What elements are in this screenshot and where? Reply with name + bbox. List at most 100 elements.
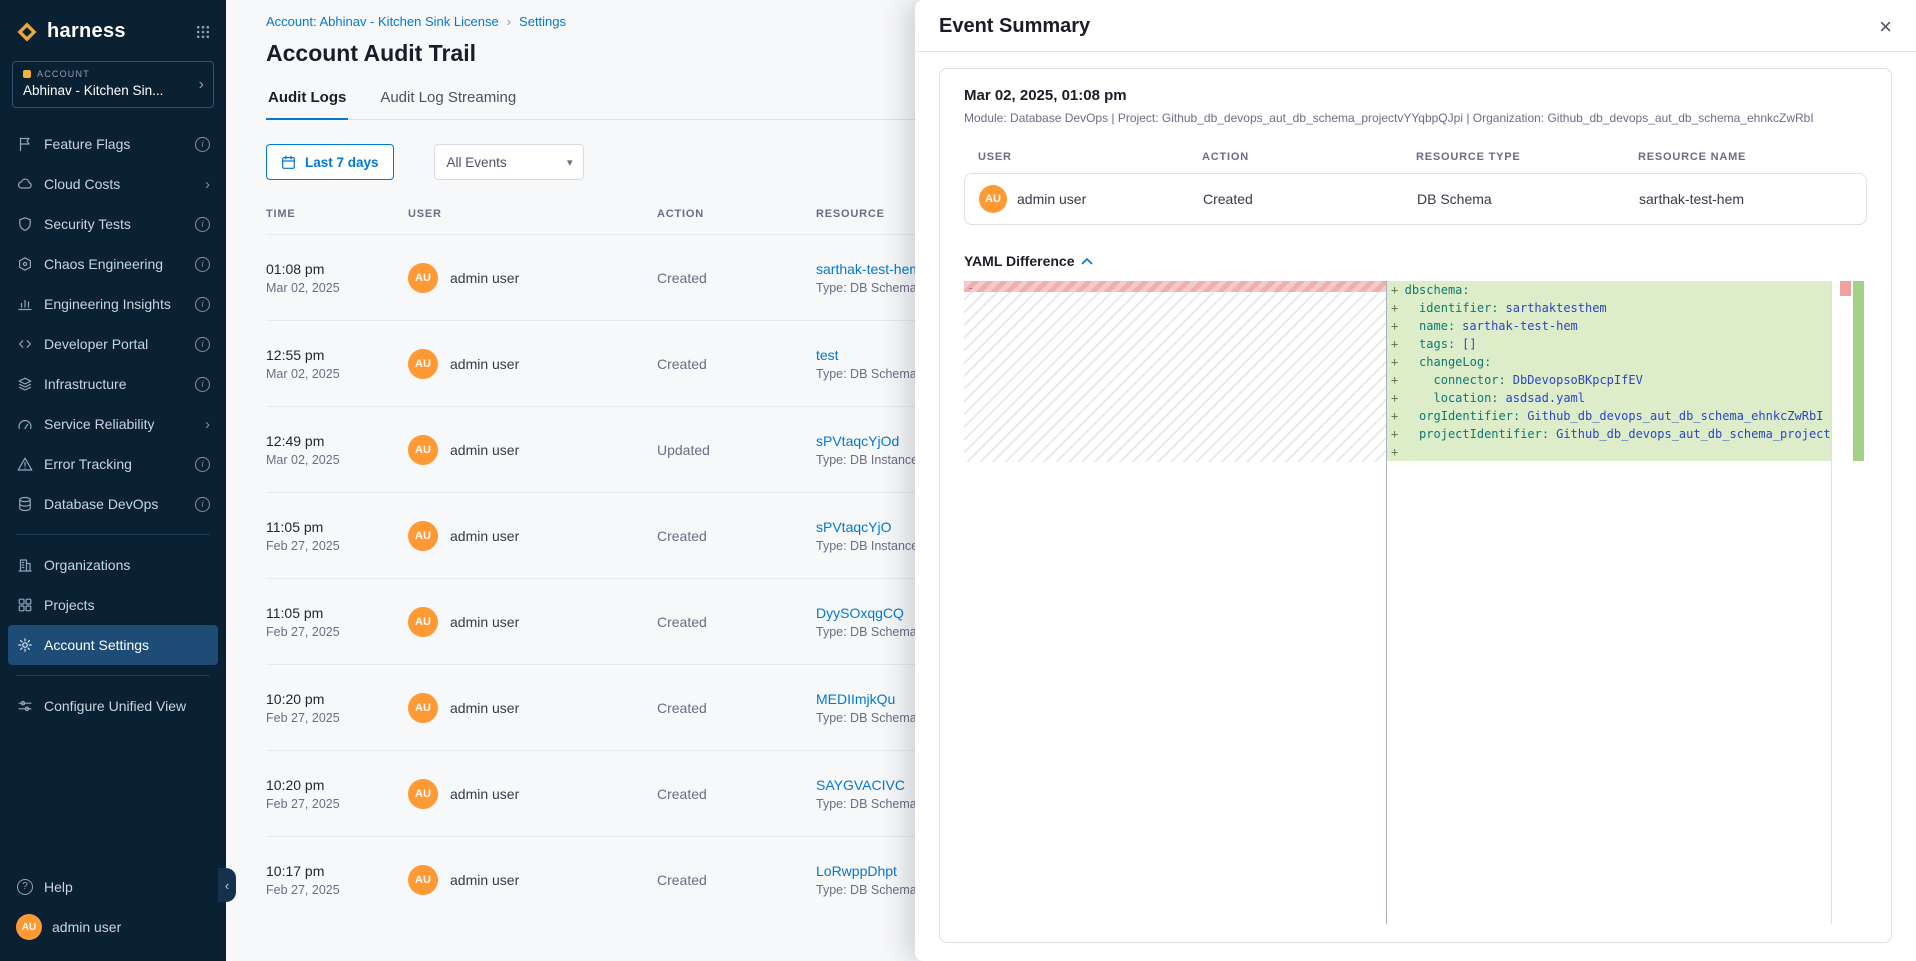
avatar: AU <box>16 914 42 940</box>
event-table-row: AU admin user Created DB Schema sarthak-… <box>964 173 1867 225</box>
info-badge-icon: i <box>195 257 210 272</box>
sidebar-item-infrastructure[interactable]: Infrastructure i <box>8 364 218 404</box>
grid-squares-icon <box>16 596 34 614</box>
account-selector[interactable]: ACCOUNT Abhinav - Kitchen Sin... › <box>12 61 214 108</box>
event-action: Created <box>657 356 816 372</box>
event-date: Feb 27, 2025 <box>266 797 408 811</box>
info-badge-icon: i <box>195 217 210 232</box>
sidebar-item-label: Developer Portal <box>44 336 148 352</box>
sidebar-item-cloud-costs[interactable]: Cloud Costs › <box>8 164 218 204</box>
column-header-action: ACTION <box>1202 151 1416 163</box>
avatar: AU <box>408 693 438 723</box>
info-badge-icon: i <box>195 497 210 512</box>
chevron-right-icon: › <box>205 176 210 193</box>
avatar: AU <box>979 185 1007 213</box>
account-name: Abhinav - Kitchen Sin... <box>23 83 189 98</box>
event-action: Updated <box>657 442 816 458</box>
diff-removed-band <box>964 281 1386 292</box>
sidebar-item-label: Cloud Costs <box>44 176 120 192</box>
tab-audit-logs[interactable]: Audit Logs <box>266 89 348 120</box>
sidebar-item-security-tests[interactable]: Security Tests i <box>8 204 218 244</box>
event-time: 12:55 pm <box>266 347 408 363</box>
sidebar-item-label: Service Reliability <box>44 416 154 432</box>
caret-down-icon: ▾ <box>567 156 573 169</box>
sidebar-item-engineering-insights[interactable]: Engineering Insights i <box>8 284 218 324</box>
user-name: admin user <box>450 270 519 286</box>
resource-type: DB Schema <box>1417 191 1639 207</box>
sidebar-user-menu[interactable]: AU admin user <box>8 907 218 947</box>
diff-added-line: + location:asdsad.yaml <box>1387 389 1831 407</box>
flag-icon <box>16 135 34 153</box>
sidebar-item-service-reliability[interactable]: Service Reliability › <box>8 404 218 444</box>
event-time: 12:49 pm <box>266 433 408 449</box>
database-icon <box>16 495 34 513</box>
column-header-resource-name: RESOURCE NAME <box>1638 151 1853 163</box>
event-datetime: Mar 02, 2025, 01:08 pm <box>964 87 1867 104</box>
bar-chart-icon <box>16 295 34 313</box>
module-grid-icon[interactable] <box>196 25 210 39</box>
event-action: Created <box>657 528 816 544</box>
user-name: admin user <box>450 442 519 458</box>
event-action: Created <box>657 700 816 716</box>
sidebar-item-error-tracking[interactable]: Error Tracking i <box>8 444 218 484</box>
event-date: Feb 27, 2025 <box>266 539 408 553</box>
column-header-user: USER <box>408 208 657 220</box>
avatar: AU <box>408 263 438 293</box>
sidebar-item-configure-unified-view[interactable]: Configure Unified View <box>8 686 218 726</box>
sidebar-divider <box>16 534 210 535</box>
event-date: Mar 02, 2025 <box>266 453 408 467</box>
diff-added-line: + changeLog: <box>1387 353 1831 371</box>
avatar: AU <box>408 435 438 465</box>
breadcrumb-account-link[interactable]: Account: Abhinav - Kitchen Sink License <box>266 14 499 29</box>
code-brackets-icon <box>16 335 34 353</box>
sidebar-collapse-handle[interactable]: ‹ <box>218 868 236 902</box>
resource-name: sarthak-test-hem <box>1639 191 1852 207</box>
sidebar-item-database-devops[interactable]: Database DevOps i <box>8 484 218 524</box>
close-icon[interactable]: × <box>1879 16 1892 38</box>
event-action: Created <box>657 270 816 286</box>
event-date: Feb 27, 2025 <box>266 883 408 897</box>
diff-added-line: +dbschema: <box>1387 281 1831 299</box>
sidebar-item-developer-portal[interactable]: Developer Portal i <box>8 324 218 364</box>
building-icon <box>16 556 34 574</box>
diff-added-line: + tags:[] <box>1387 335 1831 353</box>
sidebar-item-help[interactable]: ? Help <box>8 867 218 907</box>
layers-icon <box>16 375 34 393</box>
minimap-removed-marker <box>1840 281 1851 296</box>
user-name: admin user <box>52 919 121 935</box>
account-label: ACCOUNT <box>23 69 189 79</box>
sidebar-item-label: Database DevOps <box>44 496 158 512</box>
collapse-chevron-icon: ‹ <box>225 878 229 893</box>
event-time: 10:20 pm <box>266 777 408 793</box>
sidebar-item-label: Projects <box>44 597 95 613</box>
event-action: Created <box>657 786 816 802</box>
diff-added-line: + projectIdentifier:Github_db_devops_aut… <box>1387 425 1831 443</box>
event-time: 10:17 pm <box>266 863 408 879</box>
event-type-select[interactable]: All Events ▾ <box>434 144 584 180</box>
sidebar-spacer <box>0 726 226 867</box>
event-date: Feb 27, 2025 <box>266 625 408 639</box>
sidebar-item-label: Configure Unified View <box>44 698 186 714</box>
diff-added-line: + connector:DbDevopsoBKpcpIfEV <box>1387 371 1831 389</box>
sidebar-item-feature-flags[interactable]: Feature Flags i <box>8 124 218 164</box>
avatar: AU <box>408 779 438 809</box>
sidebar-item-chaos-engineering[interactable]: Chaos Engineering i <box>8 244 218 284</box>
event-table-header: USER ACTION RESOURCE TYPE RESOURCE NAME <box>964 151 1867 163</box>
sidebar-item-label: Feature Flags <box>44 136 130 152</box>
sidebar-item-organizations[interactable]: Organizations <box>8 545 218 585</box>
yaml-difference-toggle[interactable]: YAML Difference <box>964 253 1093 269</box>
sidebar-item-projects[interactable]: Projects <box>8 585 218 625</box>
tab-audit-log-streaming[interactable]: Audit Log Streaming <box>378 89 518 119</box>
sidebar-item-label: Help <box>44 879 73 895</box>
diff-new-pane: +dbschema: + identifier:sarthaktesthem +… <box>1387 281 1831 924</box>
event-action: Created <box>1203 191 1417 207</box>
sidebar-item-account-settings[interactable]: Account Settings <box>8 625 218 665</box>
diff-removed-marker: - <box>967 279 974 297</box>
date-range-button[interactable]: Last 7 days <box>266 144 394 180</box>
column-header-time: TIME <box>266 208 408 220</box>
breadcrumb-settings-link[interactable]: Settings <box>519 14 566 29</box>
sidebar-item-label: Error Tracking <box>44 456 132 472</box>
cloud-icon <box>16 175 34 193</box>
diff-minimap[interactable] <box>1831 281 1867 924</box>
sidebar-item-label: Infrastructure <box>44 376 126 392</box>
